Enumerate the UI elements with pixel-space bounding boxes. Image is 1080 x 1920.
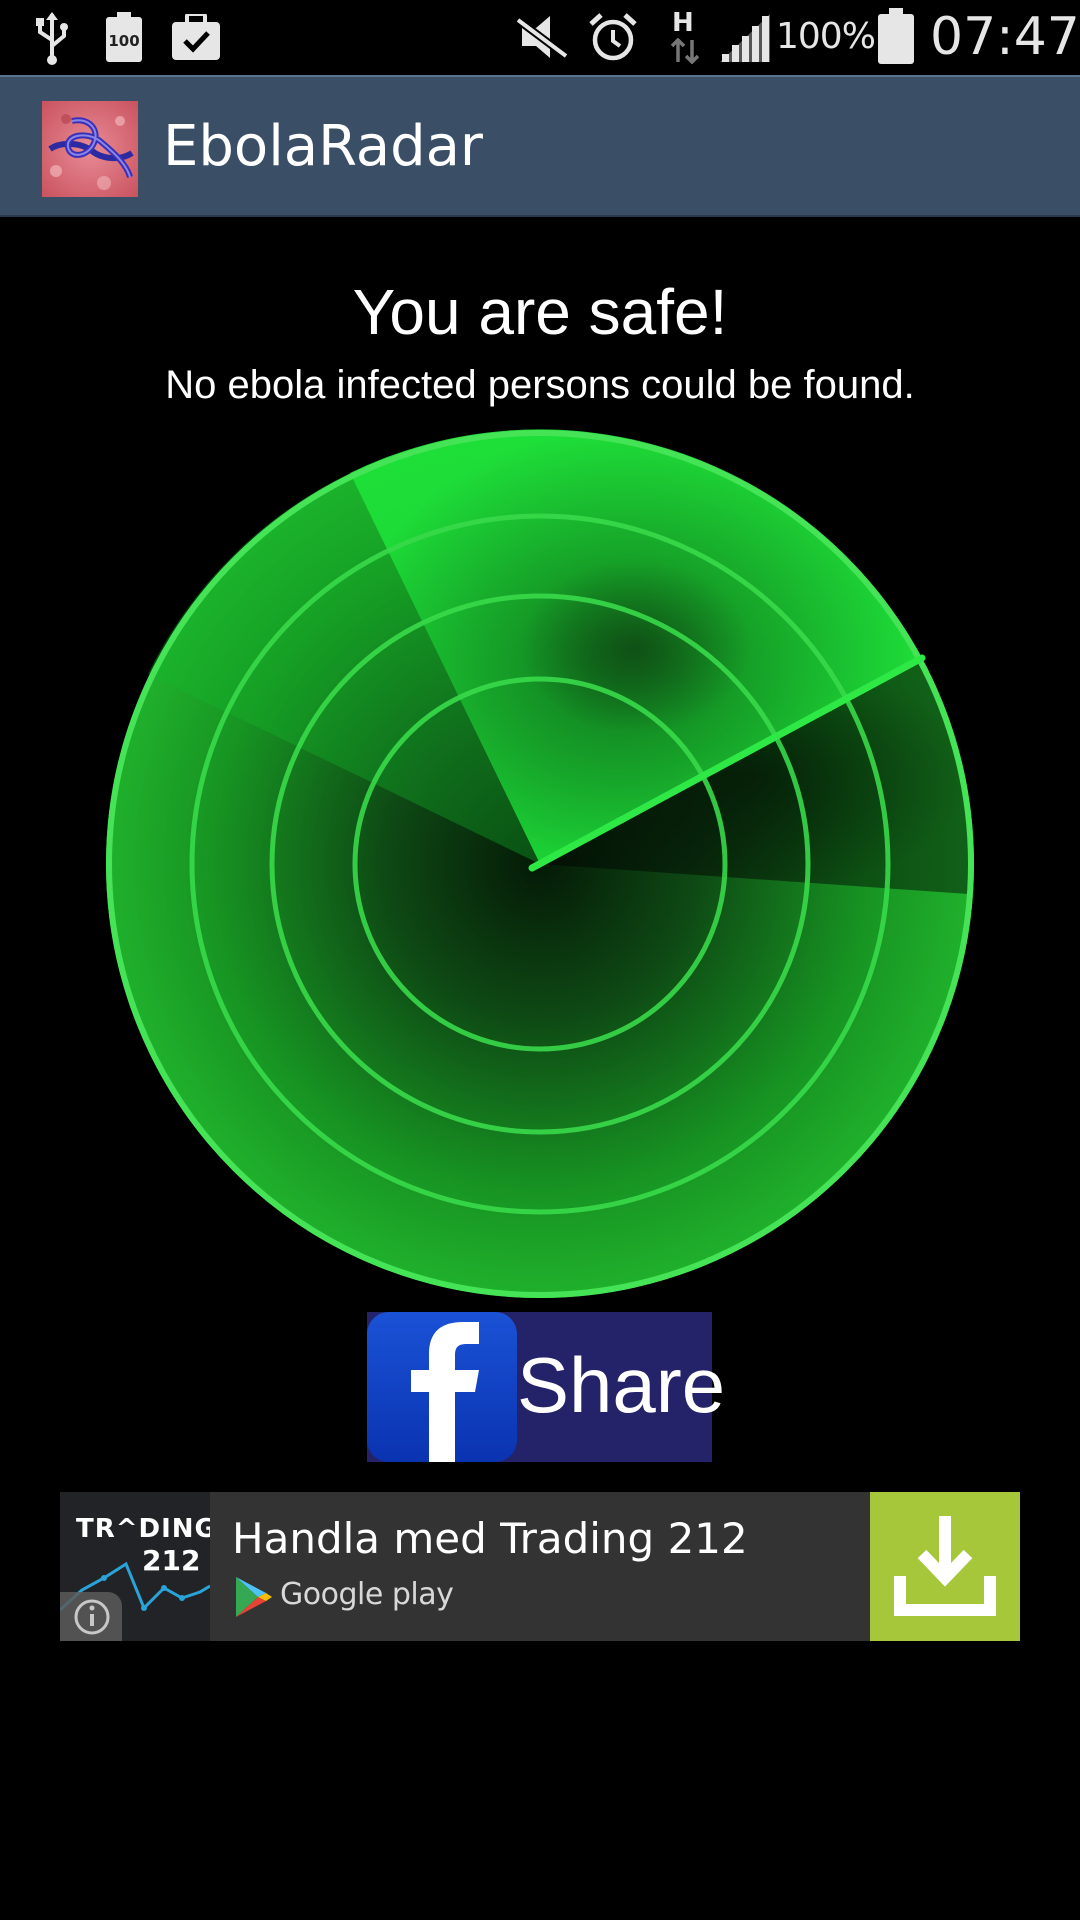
ad-title: Handla med Trading 212	[232, 1514, 748, 1563]
signal-strength-icon	[720, 14, 770, 62]
battery-full-badge-icon: 100	[106, 12, 142, 62]
facebook-icon	[367, 1312, 517, 1462]
status-bar: 100 H 100% 07:47	[0, 0, 1080, 75]
briefcase-check-icon	[172, 14, 220, 60]
google-play-icon	[236, 1577, 272, 1617]
vibrate-muted-icon	[516, 16, 568, 60]
battery-icon	[878, 8, 914, 64]
info-icon[interactable]	[60, 1592, 122, 1641]
action-bar: EbolaRadar	[0, 75, 1080, 217]
battery-percent: 100%	[776, 16, 876, 57]
alarm-icon	[589, 13, 637, 61]
ad-banner[interactable]: TR^DING 212 Handla med Trading 212 Googl…	[60, 1492, 1020, 1641]
network-type-text: H	[672, 8, 694, 38]
data-transfer-icon: H	[668, 8, 702, 64]
trading212-logo: TR^DING 212	[60, 1492, 210, 1641]
battery-badge-text: 100	[108, 32, 140, 50]
clock: 07:47	[930, 7, 1080, 67]
safety-subline: No ebola infected persons could be found…	[165, 363, 915, 407]
facebook-share-button[interactable]: Share	[367, 1312, 726, 1462]
ebola-virus-icon[interactable]	[42, 101, 138, 197]
ad-download-button[interactable]	[870, 1492, 1020, 1641]
safety-headline: You are safe!	[352, 276, 728, 348]
download-icon	[894, 1516, 996, 1616]
app-title: EbolaRadar	[163, 114, 483, 179]
usb-icon	[36, 12, 68, 65]
share-label: Share	[517, 1341, 726, 1429]
google-play-label: Google play	[280, 1577, 454, 1612]
radar-display	[106, 429, 974, 1298]
